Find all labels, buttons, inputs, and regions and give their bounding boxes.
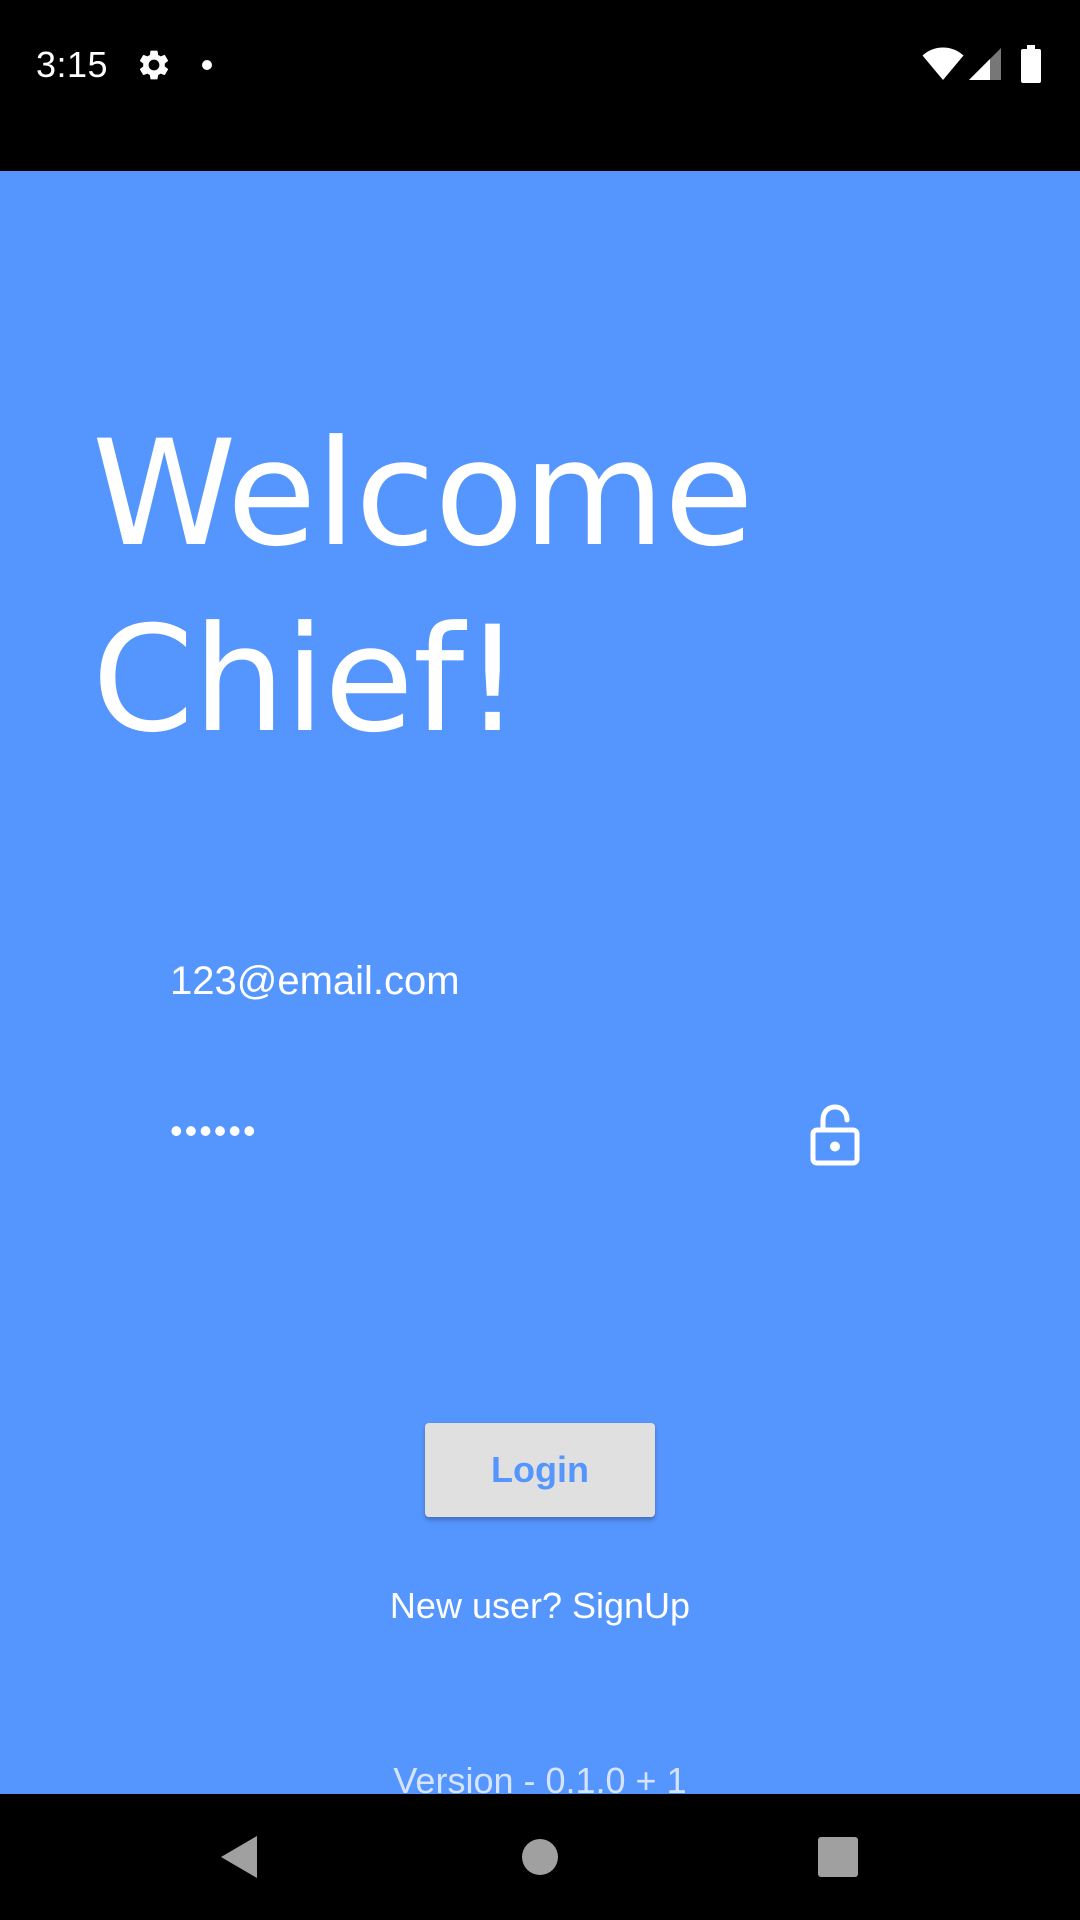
welcome-title-line1: Welcome	[92, 409, 754, 579]
email-field[interactable]	[170, 931, 930, 1031]
cell-signal-icon	[969, 48, 1001, 80]
password-field[interactable]	[170, 1076, 770, 1186]
home-icon	[522, 1839, 558, 1875]
status-bar: 3:15	[0, 0, 1080, 171]
battery-icon	[1021, 45, 1041, 83]
navigation-bar	[0, 1794, 1080, 1920]
notification-dot-icon	[202, 60, 213, 70]
wifi-icon	[922, 47, 964, 80]
status-left: 3:15	[36, 40, 213, 90]
status-right	[922, 44, 1042, 84]
recents-button[interactable]	[805, 1824, 871, 1890]
lock-open-icon[interactable]	[808, 1102, 862, 1166]
back-button[interactable]	[206, 1824, 272, 1890]
recents-icon	[818, 1837, 858, 1877]
gear-icon	[140, 50, 169, 80]
login-button[interactable]: Login	[425, 1423, 655, 1517]
welcome-title: Welcome Chief!	[92, 401, 992, 773]
status-time: 3:15	[36, 44, 109, 85]
welcome-title-line2: Chief!	[92, 595, 522, 765]
login-screen: Welcome Chief! Login New user? SignUp Ve…	[0, 171, 1080, 1801]
password-row	[170, 1076, 890, 1186]
home-button[interactable]	[507, 1824, 573, 1890]
back-icon	[221, 1836, 257, 1878]
signup-link[interactable]: New user? SignUp	[0, 1581, 1080, 1631]
